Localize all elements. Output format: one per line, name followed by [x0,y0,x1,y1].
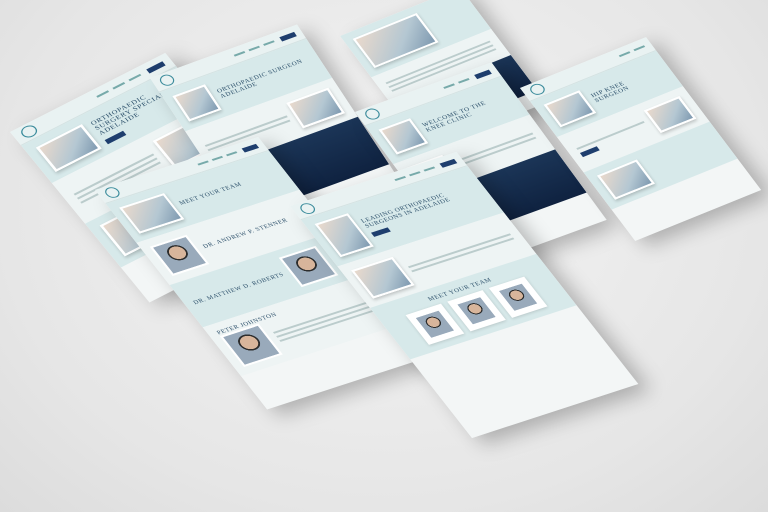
hero-photo [119,193,185,234]
doctor-portrait [495,281,541,314]
doctor-name: Dr. Matthew D. Roberts [192,272,286,307]
logo-icon [527,81,548,97]
logo-icon [102,185,123,200]
hero-button[interactable] [370,227,391,237]
section-button[interactable] [579,146,600,158]
doctor-portrait [149,234,210,276]
hero-photo [543,90,596,128]
logo-icon [297,201,318,216]
hero-photo [172,84,222,122]
nav-links [443,78,470,89]
hero-title: Meet Your Team [178,181,244,207]
mockup-scene: Orthopaedic Surgery Specialist Adelaide … [0,0,768,512]
nav-button[interactable] [439,158,457,168]
logo-icon [362,106,383,122]
feature-photo [596,159,655,200]
content-photo [643,96,697,134]
logo-icon [157,72,177,88]
nav-links [618,45,646,58]
doctor-name: Dr. Andrew P. Stenner [202,217,290,250]
doctor-portrait [412,308,458,341]
nav-button[interactable] [473,69,492,79]
doctor-portrait [453,294,500,327]
hero-photo [378,118,428,155]
nav-button[interactable] [241,143,259,153]
nav-button[interactable] [145,60,166,74]
content-photo [286,87,345,129]
nav-button[interactable] [279,31,297,42]
